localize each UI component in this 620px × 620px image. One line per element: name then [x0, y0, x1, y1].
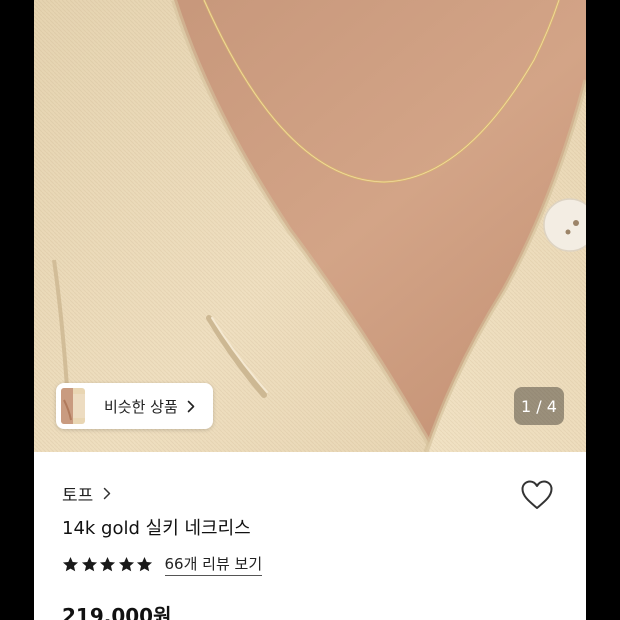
wishlist-heart-icon[interactable]	[520, 479, 554, 511]
star-icon	[99, 557, 116, 572]
product-name: 14k gold 실키 네크리스	[62, 518, 251, 539]
image-page-indicator: 1 / 4	[514, 387, 564, 425]
rating-row: 66개 리뷰 보기	[62, 553, 263, 576]
brand-name: 토프	[62, 486, 94, 506]
similar-products-button[interactable]: 비슷한 상품	[56, 383, 213, 429]
view-reviews-link[interactable]: 66개 리뷰 보기	[164, 553, 263, 576]
chevron-right-icon	[103, 487, 111, 500]
star-icon	[81, 557, 97, 572]
rating-stars	[62, 556, 155, 573]
product-price: 219,000원	[62, 604, 172, 620]
similar-products-label: 비슷한 상품	[104, 397, 178, 416]
product-image-gallery[interactable]: 비슷한 상품 1 / 4	[34, 0, 586, 452]
product-info: 토프 14k gold 실키 네크리스 66개 리뷰 보기 219,000원	[34, 452, 586, 620]
similar-product-thumbnail	[61, 388, 85, 424]
brand-link[interactable]: 토프	[62, 481, 111, 506]
product-page: 비슷한 상품 1 / 4 토프 14k gold 실키 네크리스 66개 리뷰 …	[34, 0, 586, 620]
star-icon	[136, 557, 153, 572]
star-icon	[62, 557, 79, 572]
star-icon	[118, 557, 134, 572]
chevron-right-icon	[187, 400, 195, 413]
